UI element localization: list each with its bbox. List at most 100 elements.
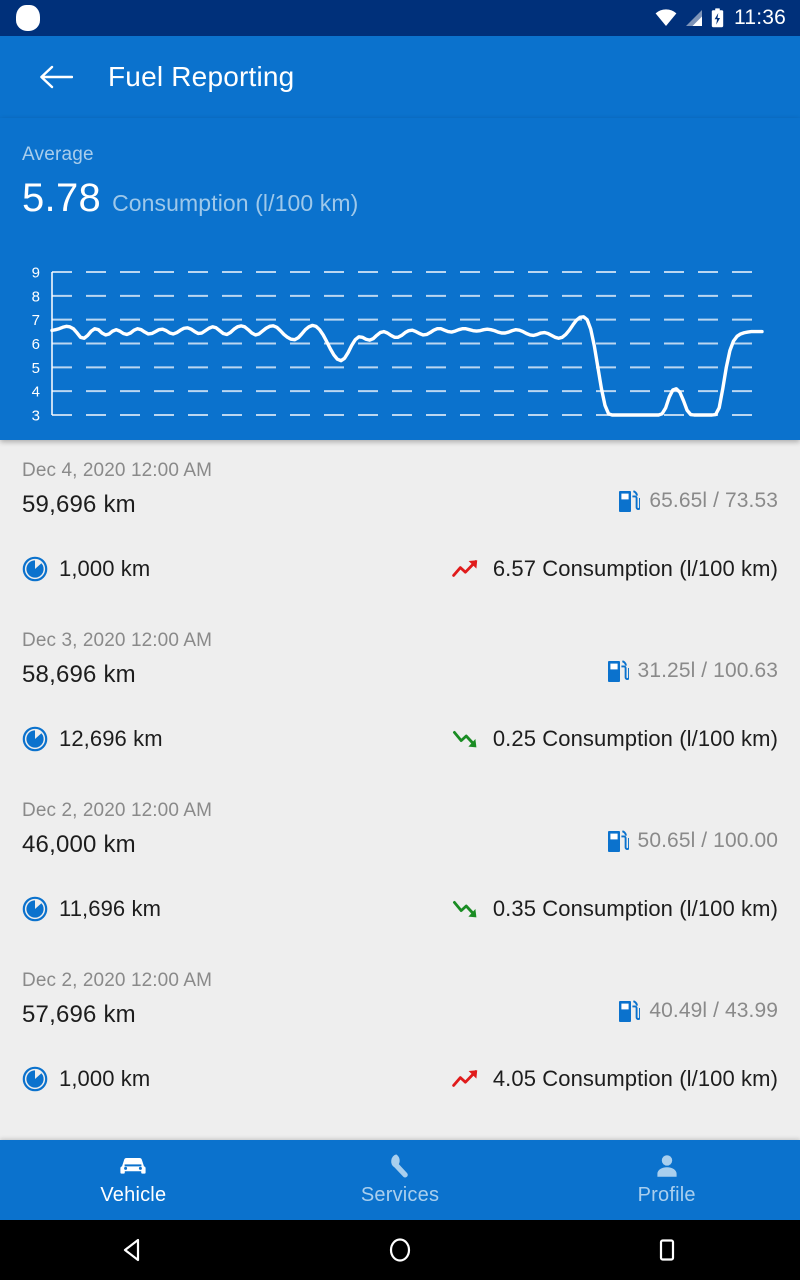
nav-item-label: Vehicle bbox=[100, 1184, 167, 1206]
entry-odometer: 46,000 km bbox=[22, 831, 136, 858]
bottom-navigation: Vehicle Services Profile bbox=[0, 1140, 800, 1220]
nav-item-label: Services bbox=[360, 1184, 440, 1206]
status-bar-left bbox=[16, 5, 40, 31]
entry-distance-group: 1,000 km bbox=[22, 556, 150, 582]
entry-fuel-value: 40.49l / 43.99 bbox=[649, 999, 778, 1022]
entry-top-section: Dec 3, 2020 12:00 AM 58,696 km 31.25l / … bbox=[22, 626, 778, 692]
trend-up-icon bbox=[452, 560, 478, 577]
entry-consumption-group: 6.57 Consumption (l/100 km) bbox=[452, 556, 778, 582]
entry-fuel-value: 65.65l / 73.53 bbox=[649, 489, 778, 512]
fuel-pump-icon bbox=[619, 490, 641, 512]
entry-odometer: 58,696 km bbox=[22, 661, 136, 688]
system-back-button[interactable] bbox=[93, 1220, 173, 1280]
entry-bottom-section: 1,000 km 6.57 Consumption (l/100 km) bbox=[22, 556, 778, 582]
entry-date: Dec 3, 2020 12:00 AM bbox=[22, 630, 213, 651]
system-home-icon bbox=[389, 1238, 411, 1262]
entry-distance-value: 12,696 km bbox=[59, 726, 163, 751]
entry-top-section: Dec 2, 2020 12:00 AM 57,696 km 40.49l / … bbox=[22, 966, 778, 1032]
entry-distance-value: 1,000 km bbox=[59, 1066, 151, 1091]
entry-odometer: 57,696 km bbox=[22, 1001, 136, 1028]
entry-odometer: 59,696 km bbox=[22, 491, 136, 518]
consumption-chart: 9 8 7 6 5 4 3 bbox=[0, 253, 800, 433]
entry-date-odometer: Dec 3, 2020 12:00 AM 58,696 km bbox=[22, 626, 212, 692]
entry-top-section: Dec 4, 2020 12:00 AM 59,696 km 65.65l / … bbox=[22, 456, 778, 522]
wifi-icon bbox=[655, 9, 677, 26]
fuel-pump-icon bbox=[607, 660, 629, 682]
chart-y-tick-label: 9 bbox=[32, 265, 40, 282]
battery-charging-icon bbox=[711, 8, 724, 28]
entry-bottom-section: 12,696 km 0.25 Consumption (l/100 km) bbox=[22, 726, 778, 752]
entry-consumption-group: 0.35 Consumption (l/100 km) bbox=[452, 896, 778, 922]
car-icon bbox=[120, 1157, 146, 1174]
odometer-gauge-icon bbox=[22, 896, 48, 922]
system-back-icon bbox=[124, 1238, 140, 1262]
entry-top-section: Dec 2, 2020 12:00 AM 46,000 km 50.65l / … bbox=[22, 796, 778, 862]
chart-y-axis-labels: 9 8 7 6 5 4 3 bbox=[32, 265, 40, 425]
odometer-gauge-icon bbox=[22, 1066, 48, 1092]
trend-up-icon bbox=[452, 1070, 478, 1087]
average-label: Average bbox=[22, 144, 94, 165]
nav-item-label: Profile bbox=[637, 1184, 696, 1206]
entry-date: Dec 2, 2020 12:00 AM bbox=[22, 800, 213, 821]
entry-consumption-group: 0.25 Consumption (l/100 km) bbox=[452, 726, 778, 752]
entry-consumption-value: 0.35 Consumption (l/100 km) bbox=[492, 896, 778, 921]
average-unit-label: Consumption (l/100 km) bbox=[112, 190, 359, 216]
entry-distance-group: 12,696 km bbox=[22, 726, 163, 752]
entry-date-odometer: Dec 4, 2020 12:00 AM 59,696 km bbox=[22, 456, 212, 522]
fuel-entry-row[interactable]: Dec 2, 2020 12:00 AM 46,000 km 50.65l / … bbox=[0, 796, 800, 966]
fuel-entry-list[interactable]: Dec 4, 2020 12:00 AM 59,696 km 65.65l / … bbox=[0, 440, 800, 1140]
entry-fuel-group: 40.49l / 43.99 bbox=[618, 998, 778, 1024]
nav-item-services[interactable]: Services bbox=[267, 1140, 534, 1220]
odometer-gauge-icon bbox=[22, 556, 48, 582]
entry-date: Dec 4, 2020 12:00 AM bbox=[22, 460, 213, 481]
chart-y-tick-label: 7 bbox=[32, 312, 40, 329]
nav-item-profile[interactable]: Profile bbox=[533, 1140, 800, 1220]
fuel-entry-row[interactable]: Dec 3, 2020 12:00 AM 58,696 km 31.25l / … bbox=[0, 626, 800, 796]
chart-y-tick-label: 8 bbox=[32, 288, 40, 305]
entry-consumption-value: 4.05 Consumption (l/100 km) bbox=[492, 1066, 778, 1091]
entry-bottom-section: 11,696 km 0.35 Consumption (l/100 km) bbox=[22, 896, 778, 922]
summary-panel: Average 5.78 Consumption (l/100 km) 9 8 7 6… bbox=[0, 118, 800, 440]
status-bar-clock: 11:36 bbox=[734, 6, 786, 29]
entry-distance-group: 1,000 km bbox=[22, 1066, 150, 1092]
status-bar-right: 11:36 bbox=[655, 6, 786, 30]
wrench-icon bbox=[391, 1154, 408, 1178]
system-home-button[interactable] bbox=[360, 1220, 440, 1280]
nav-item-vehicle[interactable]: Vehicle bbox=[0, 1140, 267, 1220]
average-value: 5.78 bbox=[22, 176, 102, 220]
trend-down-icon bbox=[452, 901, 477, 918]
entry-consumption-value: 6.57 Consumption (l/100 km) bbox=[492, 556, 778, 581]
chart-y-tick-label: 4 bbox=[32, 384, 40, 401]
entry-fuel-group: 31.25l / 100.63 bbox=[607, 658, 778, 684]
entry-bottom-section: 1,000 km 4.05 Consumption (l/100 km) bbox=[22, 1066, 778, 1092]
back-button[interactable] bbox=[34, 55, 78, 99]
chart-gridlines bbox=[52, 271, 762, 416]
chart-data-line bbox=[50, 315, 764, 417]
system-recents-icon bbox=[659, 1239, 674, 1261]
entry-distance-group: 11,696 km bbox=[22, 896, 161, 922]
consumption-chart-svg: 9 8 7 6 5 4 3 bbox=[32, 265, 764, 425]
chart-y-tick-label: 5 bbox=[32, 360, 40, 377]
entry-consumption-value: 0.25 Consumption (l/100 km) bbox=[492, 726, 778, 751]
entry-date-odometer: Dec 2, 2020 12:00 AM 46,000 km bbox=[22, 796, 212, 862]
status-bar: 11:36 bbox=[0, 0, 800, 36]
system-navigation-bar bbox=[0, 1220, 800, 1280]
entry-date: Dec 2, 2020 12:00 AM bbox=[22, 970, 213, 991]
entry-consumption-group: 4.05 Consumption (l/100 km) bbox=[452, 1066, 778, 1092]
entry-fuel-value: 31.25l / 100.63 bbox=[637, 659, 778, 682]
page-title: Fuel Reporting bbox=[108, 61, 295, 92]
fuel-pump-icon bbox=[619, 1000, 641, 1022]
chart-y-tick-label: 6 bbox=[32, 336, 40, 353]
chart-y-tick-label: 3 bbox=[32, 408, 40, 425]
entry-fuel-group: 65.65l / 73.53 bbox=[618, 488, 778, 514]
average-value-row: 5.78 Consumption (l/100 km) bbox=[0, 166, 800, 221]
fuel-entry-row[interactable]: Dec 4, 2020 12:00 AM 59,696 km 65.65l / … bbox=[0, 456, 800, 626]
notification-dot-icon bbox=[16, 5, 40, 31]
back-arrow-icon bbox=[40, 65, 73, 89]
entry-fuel-value: 50.65l / 100.00 bbox=[637, 829, 778, 852]
system-recents-button[interactable] bbox=[627, 1220, 707, 1280]
fuel-entry-row[interactable]: Dec 2, 2020 12:00 AM 57,696 km 40.49l / … bbox=[0, 966, 800, 1136]
odometer-gauge-icon bbox=[22, 726, 48, 752]
cell-signal-icon bbox=[686, 10, 702, 26]
app-root: 11:36 Fuel Reporting Average 5.78 Consum… bbox=[0, 0, 800, 1280]
